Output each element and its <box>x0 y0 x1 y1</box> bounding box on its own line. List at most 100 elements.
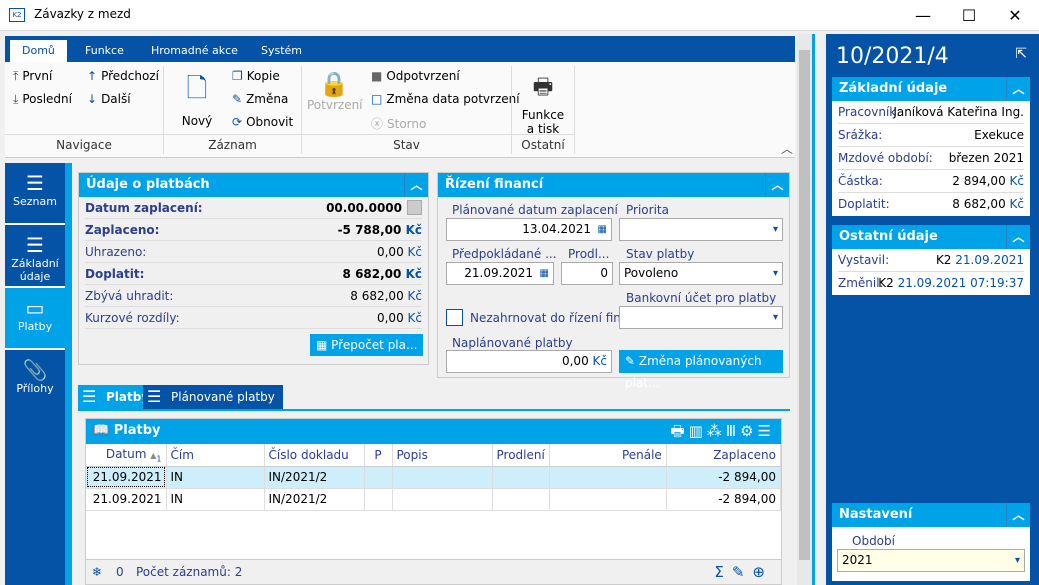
sidebar-item-platby[interactable]: ▭ Platby <box>5 288 65 350</box>
collapse-icon[interactable]: ︿ <box>1006 77 1030 101</box>
previous-label: Předchozí <box>101 69 159 83</box>
cell-penale <box>549 466 667 489</box>
sidebar-item-seznam[interactable]: ☰ Seznam <box>5 163 65 225</box>
unconfirm-button[interactable]: ■ Odpotvrzení <box>371 69 460 83</box>
row-doplatit: Doplatit: 8 682,00 Kč <box>838 193 1024 216</box>
cell-popis <box>392 488 493 511</box>
label: Zbývá uhradit: <box>85 289 174 303</box>
period-select[interactable]: 2021 ▾ <box>837 549 1025 572</box>
sum-icon[interactable]: Σ <box>714 563 731 581</box>
box-icon: ▭ <box>25 296 45 320</box>
label: Změnil: <box>838 276 884 290</box>
cell-prodleni <box>492 466 550 489</box>
storno-button[interactable]: ⓧ Storno <box>371 115 426 132</box>
label: Zaplaceno: <box>85 223 160 237</box>
arrow-up-icon: ↑ <box>87 69 98 83</box>
user: K2 <box>935 253 952 267</box>
status-select[interactable]: Povoleno ▾ <box>619 262 783 285</box>
col-cislo-dokladu[interactable]: Číslo dokladu <box>264 444 365 467</box>
sidebar-item-prilohy[interactable]: 📎 Přílohy <box>5 350 65 412</box>
col-cim[interactable]: Čím <box>166 444 265 467</box>
refresh-button[interactable]: ⟳ Obnovit <box>232 115 293 129</box>
date: 21.09.2021 <box>955 253 1024 267</box>
value: Janíková Kateřina Ing. <box>893 105 1024 119</box>
payments-panel-header: Údaje o platbách ︿ <box>79 173 428 197</box>
new-button[interactable]: 🗋 Nový <box>177 70 217 128</box>
splitter[interactable] <box>812 34 826 585</box>
payments-panel: Údaje o platbách ︿ Datum zaplacení: 00.00.… <box>78 172 429 365</box>
collapse-icon[interactable]: ︿ <box>1006 503 1030 527</box>
next-button[interactable]: ↓ Další <box>87 92 131 106</box>
sidebar-item-zakladni-udaje[interactable]: ☰ Základní údaje <box>5 225 65 288</box>
dropdown-icon[interactable]: ▾ <box>773 263 778 284</box>
col-prodleni[interactable]: Prodlení <box>492 444 550 467</box>
col-p[interactable]: P <box>364 444 393 467</box>
collapse-icon[interactable]: ︿ <box>404 173 428 197</box>
planned-date-field[interactable]: 13.04.2021 ▦ <box>446 218 612 241</box>
cell-zaplaceno: -2 894,00 <box>666 488 782 511</box>
ribbon: ⤒ První ⤓ Poslední ↑ Předchozí ↓ Další Navig… <box>5 62 795 158</box>
edit-button[interactable]: ✎ Změna <box>232 92 288 106</box>
minimize-button[interactable]: — <box>900 0 946 31</box>
maximize-button[interactable]: ☐ <box>946 0 992 31</box>
close-button[interactable]: ✕ <box>992 0 1038 31</box>
change-date-button[interactable]: □ Změna data potvrzení <box>371 92 520 106</box>
new-label: Nový <box>181 114 213 128</box>
finance-panel-header: Řízení financí ︿ <box>438 173 789 197</box>
confirm-button[interactable]: 🔒 Potvrzení <box>307 70 363 112</box>
collapse-icon[interactable]: ︿ <box>1006 225 1030 249</box>
print-icon[interactable]: 🖶 <box>670 422 688 440</box>
functions-print-button[interactable]: 🖶 Funkce a tisk <box>517 70 569 136</box>
recalc-button[interactable]: ▦ Přepočet pla... <box>310 334 424 356</box>
expected-date-field[interactable]: 21.09.2021 ▦ <box>446 262 554 285</box>
dropdown-icon[interactable]: ▾ <box>773 219 778 240</box>
dropdown-icon[interactable]: ▾ <box>773 307 778 328</box>
panel-title: Řízení financí <box>445 177 544 192</box>
open-external-icon[interactable]: ⇱ <box>1015 46 1027 62</box>
copy-button[interactable]: ❐ Kopie <box>232 69 280 83</box>
last-button[interactable]: ⤓ Poslední <box>13 92 72 107</box>
collapse-ribbon-icon[interactable]: ︿ <box>781 140 793 157</box>
pencil-icon[interactable]: ✎ <box>732 563 753 581</box>
priority-select[interactable]: ▾ <box>619 218 783 241</box>
settings-icon[interactable]: ⚙ <box>740 422 757 440</box>
tab-underline <box>78 409 790 411</box>
document-icon: 🗋 <box>186 74 208 104</box>
tab-system[interactable]: Systém <box>249 40 314 62</box>
previous-button[interactable]: ↑ Předchozí <box>87 69 159 83</box>
period-label: Období <box>852 534 895 548</box>
delay-field[interactable]: 0 <box>561 262 613 285</box>
tab-planovane-platby[interactable]: ☰ Plánované platby <box>143 385 283 409</box>
first-button[interactable]: ⤒ První <box>13 69 52 84</box>
exclude-checkbox[interactable] <box>446 309 463 326</box>
unit: Kč <box>407 245 422 259</box>
change-scheduled-button[interactable]: ✎ Změna plánovaných plat... <box>619 350 783 390</box>
user: K2 <box>878 276 894 290</box>
dropdown-icon[interactable]: ▾ <box>1015 550 1020 571</box>
chart-icon[interactable]: ▥ <box>689 422 707 440</box>
col-zaplaceno[interactable]: Zaplaceno <box>666 444 782 467</box>
calendar-icon[interactable]: ▦ <box>598 219 607 240</box>
tab-funkce[interactable]: Funkce <box>73 40 136 62</box>
columns-icon[interactable]: Ⅲ <box>726 422 740 440</box>
title-bar: K2 Závazky z mezd — ☐ ✕ <box>0 0 1039 31</box>
table-row[interactable]: 21.09.2021 IN IN/2021/2 -2 894,00 <box>86 488 782 511</box>
table-row[interactable]: 21.09.2021 IN IN/2021/2 -2 894,00 <box>86 466 782 489</box>
tab-domu[interactable]: Domů <box>10 40 67 62</box>
paperclip-icon: 📎 <box>22 358 48 382</box>
snowflake-icon[interactable]: ❄ <box>92 560 102 584</box>
menu-icon[interactable]: ☰ <box>758 422 775 440</box>
col-popis[interactable]: Popis <box>392 444 493 467</box>
pencil-icon: ✎ <box>232 92 243 106</box>
panel-title: Nastavení <box>839 507 913 522</box>
col-datum[interactable]: Datum ▲1 <box>86 444 167 467</box>
collapse-icon[interactable]: ︿ <box>765 173 789 197</box>
scrollbar-thumb[interactable] <box>799 50 810 560</box>
bank-select[interactable]: ▾ <box>619 306 783 329</box>
calendar-icon[interactable]: ▦ <box>540 263 549 284</box>
tab-hromadne-akce[interactable]: Hromadné akce <box>139 40 250 62</box>
col-penale[interactable]: Penále <box>549 444 667 467</box>
checkbox[interactable] <box>407 200 422 215</box>
filter-icon[interactable]: ⁂ <box>707 422 726 440</box>
add-record-icon[interactable]: ⊕ <box>752 563 773 581</box>
